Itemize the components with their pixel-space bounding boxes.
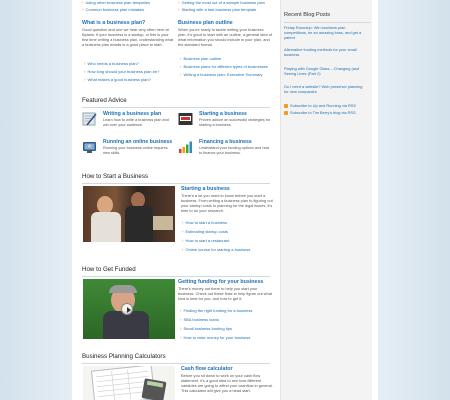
- cash-flow-calculator-text: Before you sit down to work on your cash…: [181, 373, 273, 393]
- rss-icon: [284, 103, 288, 108]
- featured-advice-title: Featured Advice: [82, 97, 270, 109]
- rss-tim-berry-label[interactable]: Subscribe to Tim Berry's blog via RSS: [290, 110, 356, 115]
- link-fast-template[interactable]: Starting with a fast business plan templ…: [178, 7, 256, 13]
- link-how-to-start[interactable]: How to start a business: [182, 220, 227, 226]
- page-background-left: [0, 0, 72, 400]
- link-who-needs[interactable]: Who needs a business plan?: [84, 61, 138, 67]
- link-online-course[interactable]: Online course for starting a business: [182, 247, 250, 253]
- link-good-plan[interactable]: What makes a good business plan?: [84, 77, 150, 83]
- outline-text: When you're ready to tackle writing your…: [178, 27, 272, 47]
- featured-writing-title[interactable]: Writing a business plan: [103, 111, 161, 118]
- funding-video-thumbnail[interactable]: [83, 279, 175, 339]
- link-startup-costs[interactable]: Estimating startup costs: [182, 229, 227, 235]
- link-right-funding[interactable]: Finding the right funding for a business: [180, 308, 252, 314]
- rss-tim-berry[interactable]: Subscribe to Tim Berry's blog via RSS: [284, 110, 356, 115]
- link-exec-summary[interactable]: Writing a business plan: Executive Summa…: [180, 72, 262, 78]
- start-business-image[interactable]: [83, 186, 175, 242]
- link-other-templates[interactable]: Using other business plan templates: [82, 0, 149, 6]
- link-raise-money[interactable]: How to raise money for your business: [180, 335, 250, 341]
- calculator-document-icon: [90, 366, 167, 400]
- computer-user-icon: [82, 140, 97, 154]
- featured-financing-desc: Understand your funding options and how …: [199, 146, 270, 155]
- pen-icon: [82, 112, 97, 126]
- sidebar: [280, 0, 372, 400]
- featured-starting-desc: Proven advice on successful strategies f…: [199, 118, 271, 127]
- link-sample-plan[interactable]: Getting the most out of a sample busines…: [178, 0, 264, 6]
- page-background-right: [378, 0, 450, 400]
- recent-blog-posts-title: Recent Blog Posts: [284, 12, 370, 23]
- calculators-section-title: Business Planning Calculators: [82, 353, 270, 365]
- growth-chart-icon: [178, 140, 193, 154]
- open-sign-icon: [178, 112, 193, 126]
- rss-up-and-running[interactable]: Subscribe to Up and Running via RSS: [284, 103, 356, 108]
- what-is-plan-text: Good question and one we hear very often…: [82, 27, 174, 47]
- featured-writing-desc: Learn how to write a business plan and w…: [103, 118, 169, 127]
- blog-post-1[interactable]: Friday Roundup: Win business plan compet…: [284, 25, 368, 41]
- funding-text: There's money out there to help you star…: [178, 286, 272, 301]
- link-common-mistakes[interactable]: Common business plan mistakes: [82, 7, 144, 13]
- blog-post-3[interactable]: Playing with Google Glass – Changing (an…: [284, 66, 368, 77]
- start-business-section-title: How to Start a Business: [82, 173, 270, 185]
- link-how-long[interactable]: How long should your business plan be?: [84, 69, 159, 75]
- link-different-types[interactable]: Business plans for different types of bu…: [180, 64, 267, 70]
- blog-post-4[interactable]: Do I need a website? Web presence planni…: [284, 84, 368, 95]
- rss-up-and-running-label[interactable]: Subscribe to Up and Running via RSS: [290, 103, 356, 108]
- link-sba-loans[interactable]: SBA business loans: [180, 317, 218, 323]
- cash-flow-calculator-image[interactable]: [83, 366, 175, 400]
- featured-financing-title[interactable]: Financing a business: [199, 139, 252, 146]
- featured-starting-title[interactable]: Starting a business: [199, 111, 247, 118]
- get-funded-section-title: How to Get Funded: [82, 266, 270, 278]
- link-funding-tips[interactable]: Small business funding tips: [180, 326, 231, 332]
- featured-online-title[interactable]: Running an online business: [103, 139, 172, 146]
- link-outline[interactable]: Business plan outline: [180, 56, 221, 62]
- blog-post-2[interactable]: Alternative funding methods for your sma…: [284, 47, 368, 58]
- play-icon[interactable]: [121, 303, 133, 315]
- link-restaurant[interactable]: How to start a restaurant: [182, 238, 229, 244]
- starting-business-text: There's a lot you need to know before yo…: [181, 193, 273, 213]
- featured-online-desc: Running your business online requires ne…: [103, 146, 168, 155]
- rss-icon: [284, 110, 288, 115]
